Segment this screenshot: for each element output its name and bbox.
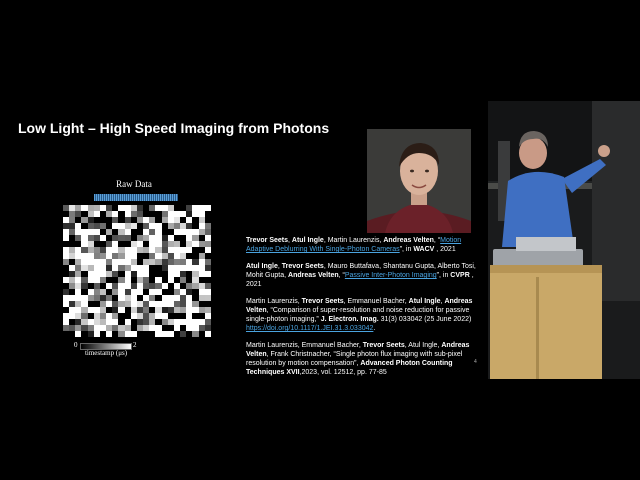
reference-list: Trevor Seets, Atul Ingle, Martin Laurenz… (246, 236, 482, 385)
reference-author-bold: J. Electron. Imag. (320, 316, 379, 323)
reference-author-bold: Atul Ingle (246, 263, 278, 270)
colorbar-max-label: 2 (133, 341, 137, 349)
raw-data-progress-bar (94, 194, 178, 201)
reference-author-bold: Trevor Seets (301, 298, 344, 305)
speaker-video-feed (488, 101, 640, 379)
reference-author-bold: WACV (413, 246, 435, 253)
reference-text: ”, in (436, 272, 451, 279)
slide: Low Light – High Speed Imaging from Phot… (0, 101, 488, 379)
person-portrait-photo (367, 129, 471, 233)
reference-text: ,2023, vol. 12512, pp. 77-85 (299, 369, 387, 376)
reference-text: Martin Laurenzis, (246, 298, 302, 305)
portrait-image (367, 129, 471, 233)
raw-data-label: Raw Data (116, 179, 152, 189)
reference-text: , Atul Ingle, (404, 342, 442, 349)
reference-text: , 2021 (434, 246, 456, 253)
reference-author-bold: Atul Ingle (291, 237, 324, 244)
reference-text: , Emmanuel Bacher, (343, 298, 409, 305)
reference-author-bold: Trevor Seets (362, 342, 405, 349)
slide-title: Low Light – High Speed Imaging from Phot… (18, 120, 330, 136)
reference-author-bold: Trevor Seets (281, 263, 324, 270)
reference-item: Martin Laurenzis, Trevor Seets, Emmanuel… (246, 297, 482, 333)
raw-data-progress-fill (94, 194, 178, 201)
reference-link[interactable]: Passive Inter-Photon Imaging (345, 272, 437, 279)
reference-author-bold: Andreas Velten (383, 237, 434, 244)
reference-text: , Martin Laurenzis, (323, 237, 384, 244)
reference-link[interactable]: https://doi.org/10.1117/1.JEI.31.3.03304… (246, 325, 373, 332)
reference-author-bold: Trevor Seets (246, 237, 289, 244)
colorbar-min-label: 0 (74, 341, 78, 349)
slide-number: 4 (474, 359, 477, 365)
reference-item: Atul Ingle, Trevor Seets, Mauro Buttafav… (246, 262, 482, 289)
reference-author-bold: Andreas Velten (288, 272, 339, 279)
reference-text: 31(3) 033042 (25 June 2022) (378, 316, 472, 323)
reference-item: Trevor Seets, Atul Ingle, Martin Laurenz… (246, 236, 482, 254)
reference-author-bold: CVPR (450, 272, 470, 279)
reference-item: Martin Laurenzis, Emmanuel Bacher, Trevo… (246, 341, 482, 377)
reference-text: Martin Laurenzis, Emmanuel Bacher, (246, 342, 363, 349)
reference-text: . (373, 325, 376, 332)
colorbar-label: timestamp (μs) (84, 349, 128, 357)
reference-text: ”, in (399, 246, 414, 253)
reference-author-bold: Atul Ingle (408, 298, 441, 305)
speaker-scene (488, 101, 640, 379)
raw-photon-data-image (63, 205, 211, 337)
